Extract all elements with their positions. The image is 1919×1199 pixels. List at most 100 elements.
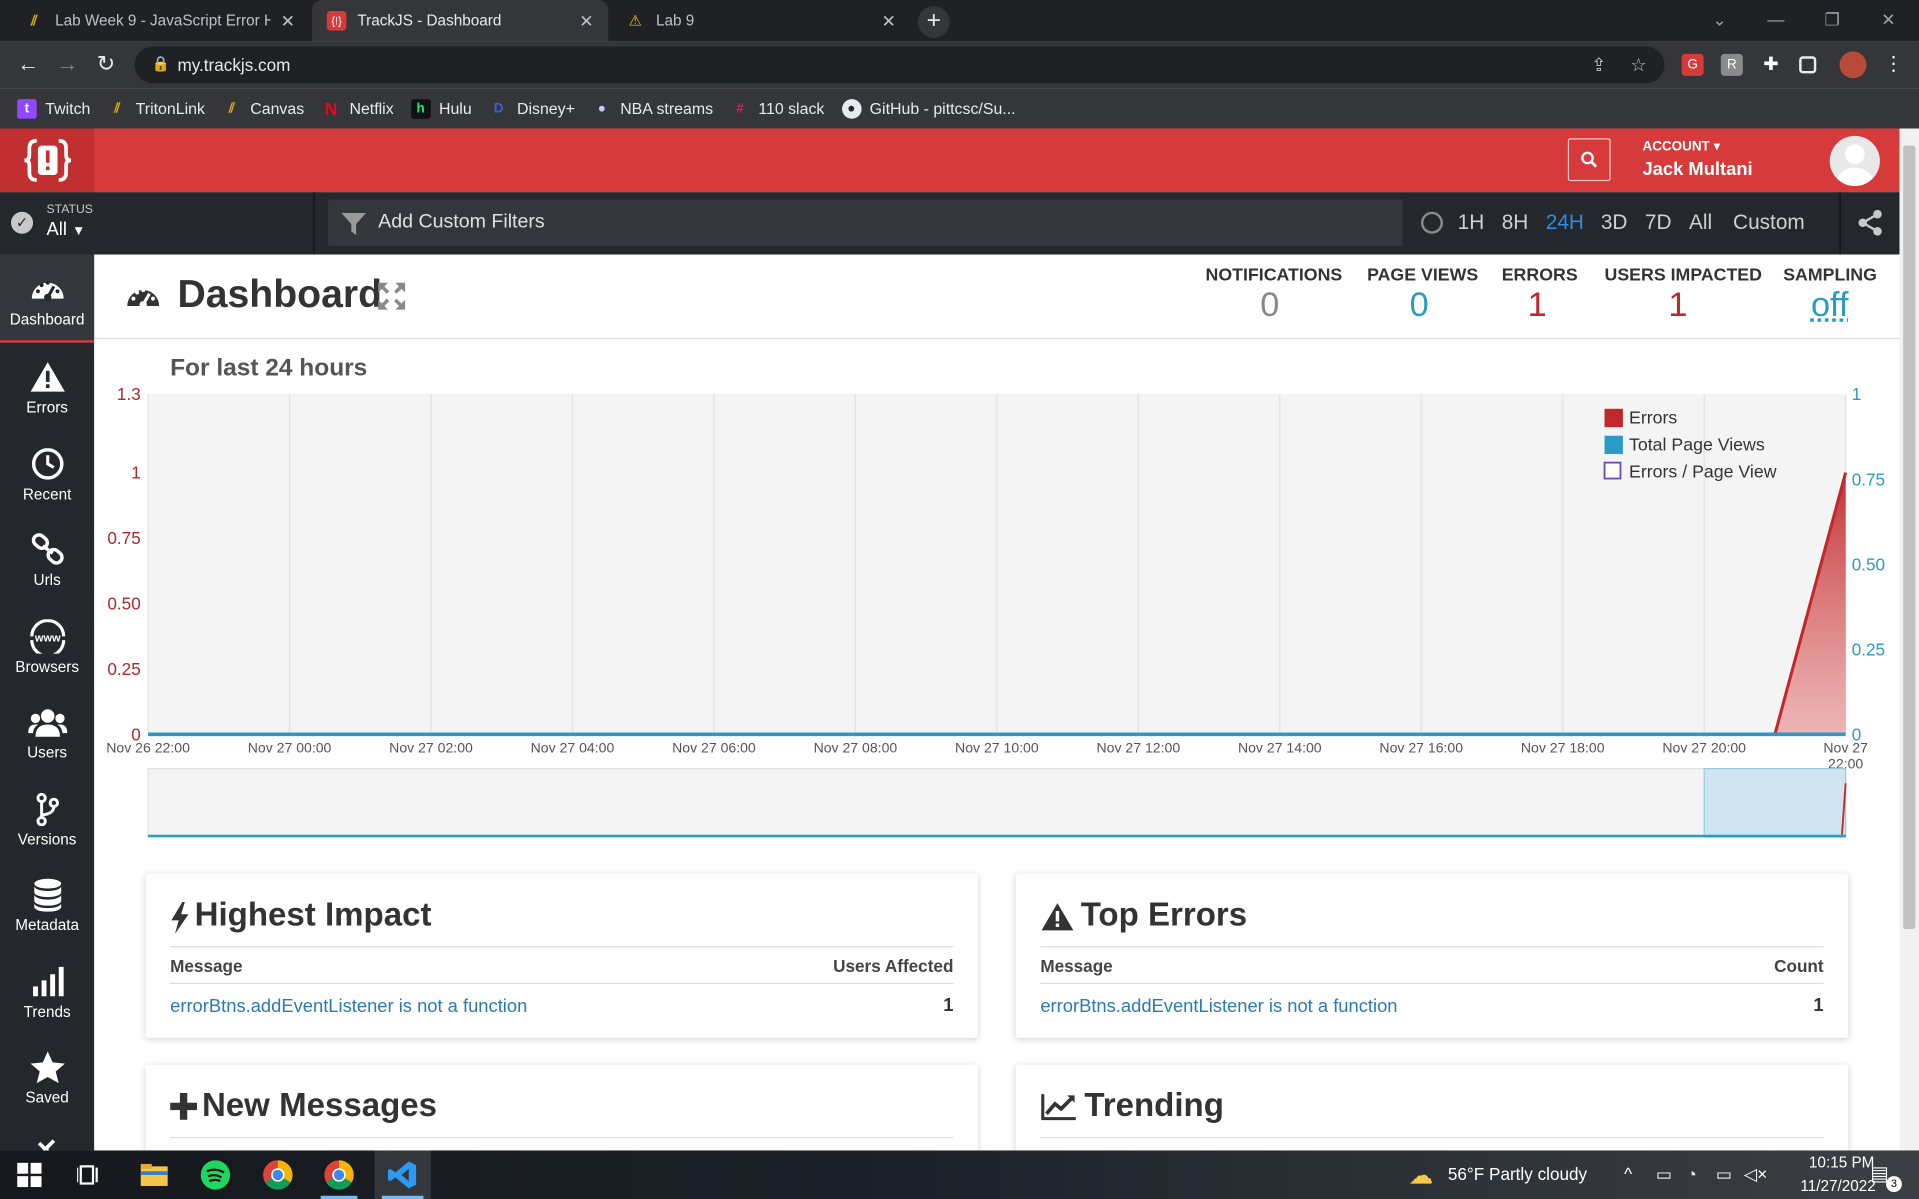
- time-range-24h[interactable]: 24H: [1546, 211, 1584, 235]
- chart-x-tick: Nov 26 22:00: [106, 740, 190, 756]
- forward-icon[interactable]: →: [56, 51, 78, 77]
- bookmark-netflix[interactable]: N Netflix: [321, 98, 394, 119]
- account-user-name[interactable]: Jack Multani: [1642, 159, 1752, 180]
- user-avatar-icon: [1836, 144, 1874, 187]
- error-message-link[interactable]: errorBtns.addEventListener is not a func…: [170, 996, 527, 1017]
- sidebar-item-saved[interactable]: Saved: [0, 1033, 94, 1119]
- tray-device-icon[interactable]: ▭: [1656, 1164, 1672, 1185]
- windows-start-icon[interactable]: [17, 1162, 42, 1188]
- close-tab-icon[interactable]: ✕: [882, 10, 896, 31]
- trackjs-logo[interactable]: [0, 128, 95, 193]
- address-bar[interactable]: 🔒 my.trackjs.com ⇪ ☆: [134, 46, 1665, 84]
- bookmark-hulu[interactable]: h Hulu: [410, 98, 472, 119]
- netflix-icon: N: [324, 98, 338, 119]
- chart-x-tick: Nov 27 04:00: [531, 740, 615, 756]
- browser-tab[interactable]: ⫽ Lab Week 9 - JavaScript Error Han ✕: [10, 0, 310, 42]
- side-panel-icon[interactable]: [1799, 56, 1817, 74]
- sidebar-item-browsers[interactable]: www Browsers: [0, 602, 94, 688]
- metric-notifications[interactable]: NOTIFICATIONS 0: [1206, 266, 1343, 325]
- file-explorer-icon[interactable]: [140, 1160, 169, 1189]
- sidebar-item-users[interactable]: Users: [0, 688, 94, 774]
- tab-search-icon[interactable]: ⌄: [1691, 0, 1747, 42]
- menu-dots-icon[interactable]: ⋮: [1882, 54, 1904, 76]
- metric-value: off: [1810, 285, 1849, 324]
- bookmark-disney[interactable]: D Disney+: [489, 99, 575, 119]
- spotify-icon[interactable]: [200, 1160, 231, 1190]
- extension-icon[interactable]: G: [1681, 53, 1704, 76]
- back-icon[interactable]: ←: [17, 51, 39, 77]
- time-range-all[interactable]: All: [1689, 211, 1712, 235]
- time-range-8h[interactable]: 8H: [1502, 211, 1529, 235]
- bookmark-github[interactable]: ● GitHub - pittcsc/Su...: [841, 98, 1016, 119]
- divider: [1040, 1137, 1824, 1139]
- tray-chevron-icon[interactable]: ^: [1624, 1164, 1632, 1184]
- metric-users-impacted[interactable]: USERS IMPACTED 1: [1605, 266, 1762, 325]
- battery-icon[interactable]: ▭: [1716, 1164, 1732, 1185]
- expand-fullscreen-icon[interactable]: [376, 280, 408, 312]
- top-errors-panel: Top Errors Message Count errorBtns.addEv…: [1015, 873, 1849, 1038]
- sidebar-item-tools[interactable]: [0, 1121, 94, 1151]
- account-menu[interactable]: ACCOUNT ▾: [1642, 138, 1720, 155]
- errors-chart[interactable]: For last 24 hours00.250.500.7511.300.250…: [94, 340, 1899, 854]
- restore-icon[interactable]: ❐: [1804, 0, 1860, 42]
- clock-date[interactable]: 11/27/2022: [1800, 1177, 1875, 1194]
- chrome-icon[interactable]: [263, 1160, 293, 1190]
- time-range-3d[interactable]: 3D: [1601, 211, 1628, 235]
- custom-filters-input[interactable]: Add Custom Filters: [328, 199, 1403, 247]
- close-window-icon[interactable]: ✕: [1860, 0, 1916, 42]
- profile-avatar[interactable]: [1839, 51, 1867, 79]
- sidebar-item-metadata[interactable]: Metadata: [0, 860, 94, 946]
- error-message-link[interactable]: errorBtns.addEventListener is not a func…: [1040, 996, 1397, 1017]
- user-avatar[interactable]: [1829, 135, 1880, 187]
- windows-taskbar: ☁ 56°F Partly cloudy ^ ▭ ◔ ▭ ◁× 10:15 PM…: [0, 1150, 1919, 1199]
- sidebar-item-errors[interactable]: Errors: [0, 343, 94, 429]
- sidebar-item-urls[interactable]: Urls: [0, 515, 94, 601]
- bookmark-twitch[interactable]: t Twitch: [17, 98, 90, 119]
- scrollbar-thumb[interactable]: [1903, 145, 1916, 929]
- time-range-1h[interactable]: 1H: [1458, 211, 1485, 235]
- sidebar-item-recent[interactable]: Recent: [0, 430, 94, 516]
- sidebar-item-dashboard[interactable]: Dashboard: [0, 254, 95, 343]
- sidebar-item-trends[interactable]: Trends: [0, 947, 94, 1033]
- sidebar-item-versions[interactable]: Versions: [0, 775, 94, 861]
- metric-sampling[interactable]: SAMPLING off: [1783, 266, 1877, 325]
- users-group-icon: [27, 709, 67, 737]
- tab-title: TrackJS - Dashboard: [357, 12, 502, 30]
- url-text: my.trackjs.com: [177, 55, 291, 75]
- bookmark-tritonlink[interactable]: ⫽ TritonLink: [108, 99, 205, 119]
- search-button[interactable]: [1567, 138, 1611, 182]
- bookmark-canvas[interactable]: ⫽ Canvas: [222, 99, 304, 119]
- disney-icon: D: [493, 100, 504, 116]
- share-page-icon[interactable]: ⇪: [1591, 54, 1606, 76]
- account-label: ACCOUNT: [1642, 139, 1710, 155]
- extension-icon[interactable]: R: [1720, 53, 1743, 76]
- status-filter[interactable]: ✓ STATUS All ▼: [0, 192, 315, 255]
- metric-page-views[interactable]: PAGE VIEWS 0: [1367, 266, 1478, 325]
- metric-errors[interactable]: ERRORS 1: [1502, 266, 1578, 325]
- plus-icon: [170, 1092, 198, 1120]
- clock-time[interactable]: 10:15 PM: [1809, 1154, 1874, 1171]
- browser-tab-active[interactable]: {!} TrackJS - Dashboard ✕: [312, 0, 609, 42]
- extensions-puzzle-icon[interactable]: ✚: [1760, 54, 1782, 76]
- bookmark-slack[interactable]: #110 slack: [730, 99, 824, 119]
- close-tab-icon[interactable]: ✕: [281, 10, 295, 31]
- minimize-icon[interactable]: —: [1748, 0, 1804, 42]
- time-range-7d[interactable]: 7D: [1645, 211, 1672, 235]
- share-button[interactable]: [1839, 192, 1900, 255]
- reload-icon[interactable]: ↻: [97, 51, 115, 77]
- filter-funnel-icon: [341, 212, 366, 235]
- chrome-icon[interactable]: [324, 1160, 354, 1190]
- weather-text[interactable]: 56°F Partly cloudy: [1448, 1164, 1587, 1184]
- wifi-icon[interactable]: ◔: [1687, 1164, 1697, 1184]
- close-tab-icon[interactable]: ✕: [579, 10, 593, 31]
- page-scrollbar[interactable]: [1899, 128, 1919, 1151]
- task-view-icon[interactable]: [77, 1163, 101, 1187]
- volume-muted-icon[interactable]: ◁×: [1744, 1164, 1767, 1185]
- new-tab-button[interactable]: +: [917, 6, 950, 38]
- vscode-icon[interactable]: [387, 1160, 417, 1189]
- status-value: All ▼: [47, 219, 86, 240]
- bookmark-nba-streams[interactable]: ● NBA streams: [592, 99, 713, 119]
- browser-tab[interactable]: ⚠ Lab 9 ✕: [611, 0, 911, 42]
- bookmark-star-icon[interactable]: ☆: [1630, 54, 1646, 76]
- time-range-custom[interactable]: Custom: [1733, 211, 1805, 235]
